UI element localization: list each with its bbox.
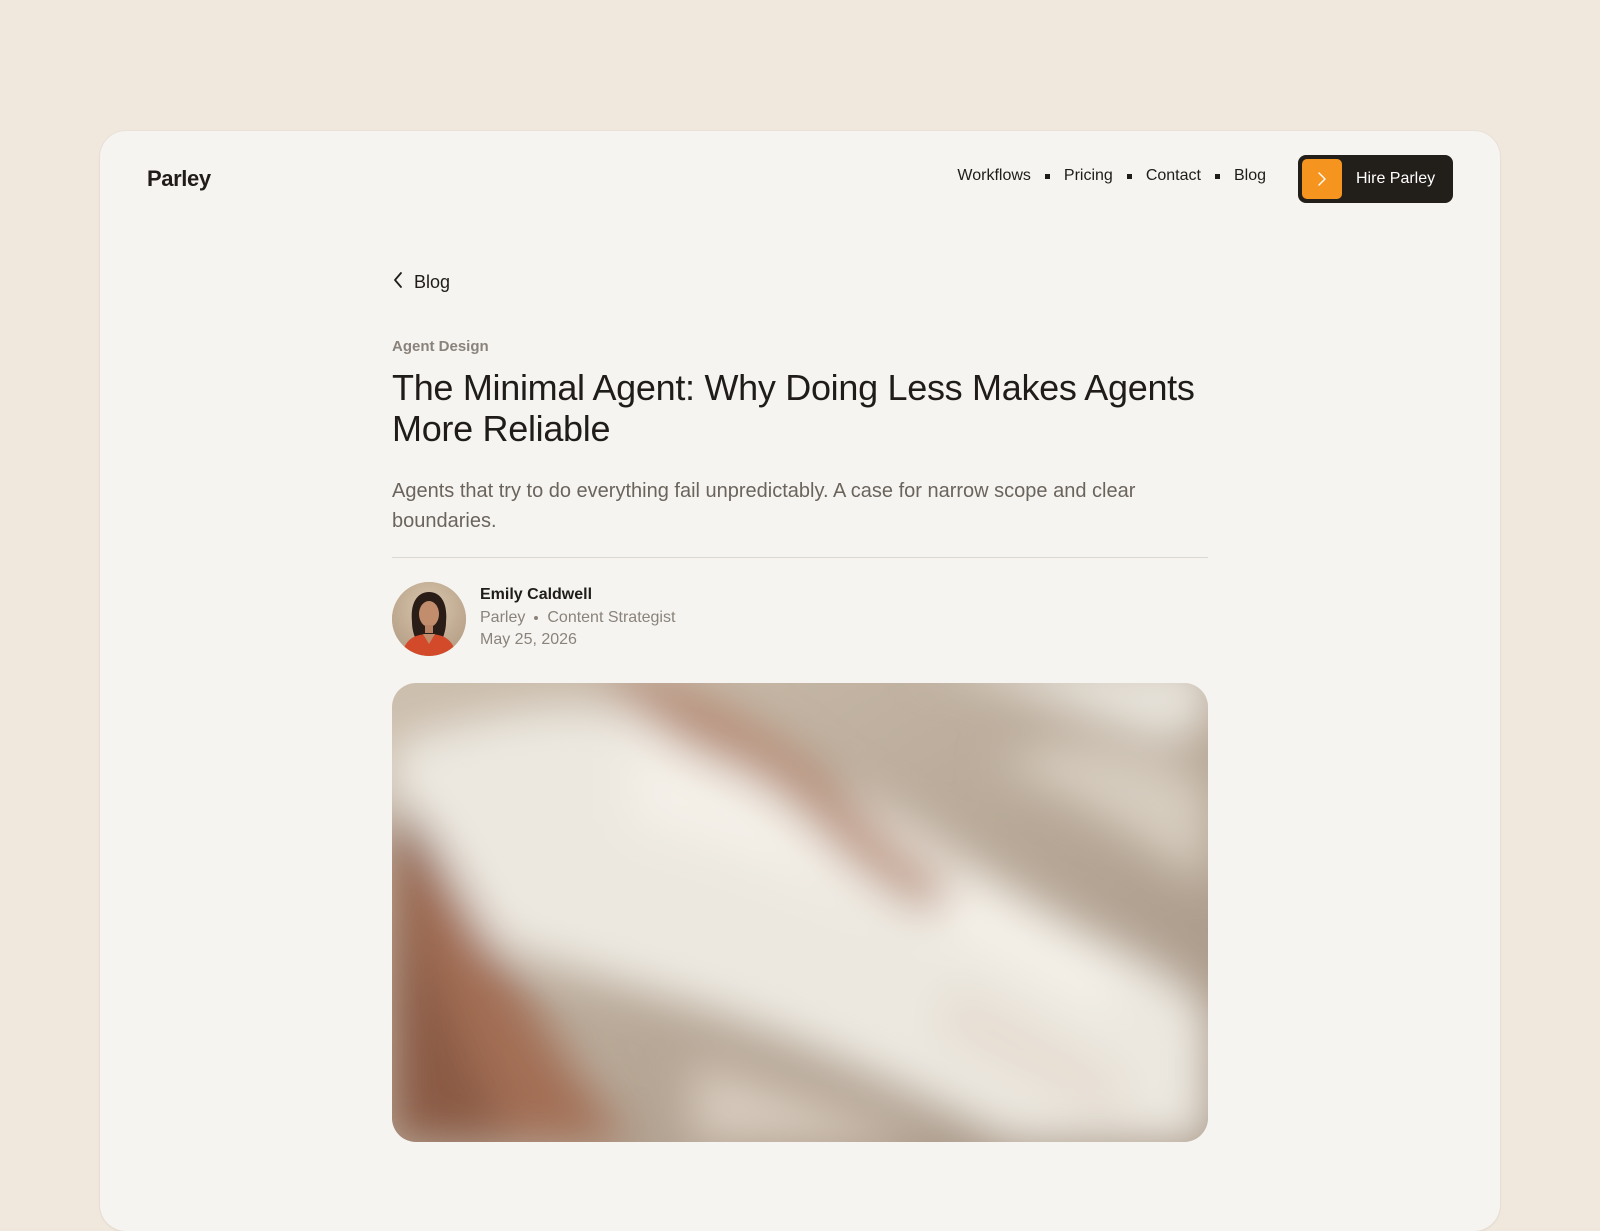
hire-parley-label: Hire Parley xyxy=(1356,170,1436,187)
nav-separator xyxy=(1044,173,1050,179)
article-subtitle: Agents that try to do everything fail un… xyxy=(392,480,1136,532)
hire-parley-button[interactable]: Hire Parley xyxy=(1298,155,1453,203)
main-nav: Workflows Pricing Contact Blog xyxy=(957,167,1266,185)
author-avatar xyxy=(392,582,466,656)
back-link-label: Blog xyxy=(414,272,451,292)
nav-link-blog[interactable]: Blog xyxy=(1234,167,1266,185)
publish-date: May 25, 2026 xyxy=(480,631,577,648)
nav-link-contact[interactable]: Contact xyxy=(1146,167,1201,185)
page-card: Parley Workflows Pricing Contact Blog Hi… xyxy=(100,131,1500,1231)
author-company: Parley xyxy=(480,609,526,626)
chevron-left-icon xyxy=(392,271,404,294)
back-to-blog-link[interactable]: Blog xyxy=(392,271,450,294)
hero-image xyxy=(392,683,1208,1142)
author-meta: Parley Content Strategist xyxy=(480,609,675,627)
divider xyxy=(392,557,1208,558)
nav-separator xyxy=(1126,173,1132,179)
meta-separator xyxy=(534,616,539,620)
article-category: Agent Design xyxy=(392,338,489,355)
chevron-right-icon xyxy=(1302,159,1342,199)
nav-link-workflows[interactable]: Workflows xyxy=(957,167,1031,185)
author-name[interactable]: Emily Caldwell xyxy=(480,586,592,604)
article-title: The Minimal Agent: Why Doing Less Makes … xyxy=(392,367,1195,449)
nav-separator xyxy=(1214,173,1220,179)
author-role: Content Strategist xyxy=(547,609,676,626)
brand-logo[interactable]: Parley xyxy=(147,166,211,192)
nav-link-pricing[interactable]: Pricing xyxy=(1064,167,1113,185)
